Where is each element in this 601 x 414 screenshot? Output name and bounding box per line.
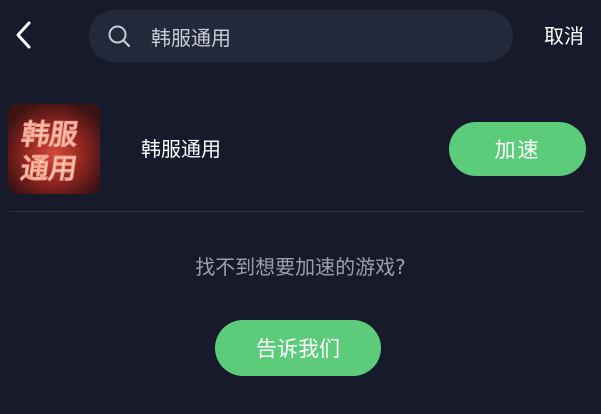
chevron-left-icon bbox=[16, 21, 31, 49]
game-icon-text-line2: 通用 bbox=[19, 152, 80, 185]
search-header: 取消 bbox=[0, 0, 601, 72]
cancel-button[interactable]: 取消 bbox=[537, 18, 591, 54]
search-box[interactable] bbox=[89, 10, 513, 62]
game-result-row[interactable]: 韩服 通用 韩服通用 加速 bbox=[0, 100, 601, 198]
search-input[interactable] bbox=[151, 10, 491, 62]
search-icon bbox=[108, 25, 131, 48]
back-button[interactable] bbox=[8, 17, 40, 53]
not-found-prompt: 找不到想要加速的游戏? bbox=[195, 255, 406, 279]
game-icon-text-line1: 韩服 bbox=[19, 118, 80, 151]
accelerate-button[interactable]: 加速 bbox=[449, 122, 586, 176]
game-name: 韩服通用 bbox=[141, 137, 221, 161]
game-icon[interactable]: 韩服 通用 bbox=[8, 104, 100, 194]
divider bbox=[10, 211, 586, 212]
tell-us-button[interactable]: 告诉我们 bbox=[215, 320, 381, 376]
